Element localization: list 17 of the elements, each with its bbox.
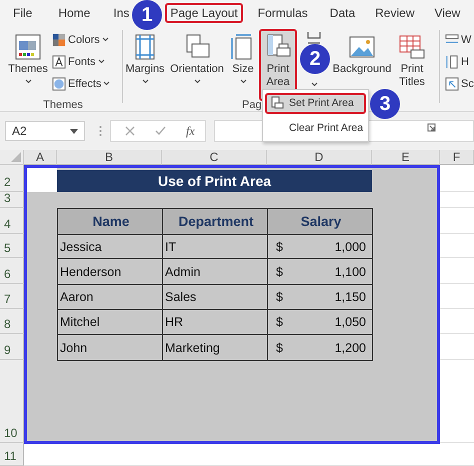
table-cell: John	[57, 334, 163, 361]
column-heading: Department	[162, 208, 268, 235]
currency-symbol: $	[276, 264, 283, 278]
salary-amount: 1,000	[334, 240, 366, 254]
currency-symbol: $	[276, 315, 283, 329]
group-label: Pag	[242, 99, 262, 111]
salary-amount: 1,050	[334, 315, 366, 329]
salary-amount: 1,100	[334, 264, 366, 278]
table-title: Use of Print Area	[57, 170, 372, 192]
currency-symbol: $	[276, 290, 283, 304]
column-heading: Salary	[267, 208, 373, 235]
currency-symbol: $	[276, 340, 283, 354]
salary-amount: 1,150	[334, 290, 366, 304]
column-heading: Name	[57, 208, 163, 235]
salary-amount: 1,200	[334, 340, 366, 354]
currency-symbol: $	[276, 240, 283, 254]
group-label: Themes	[43, 99, 83, 111]
